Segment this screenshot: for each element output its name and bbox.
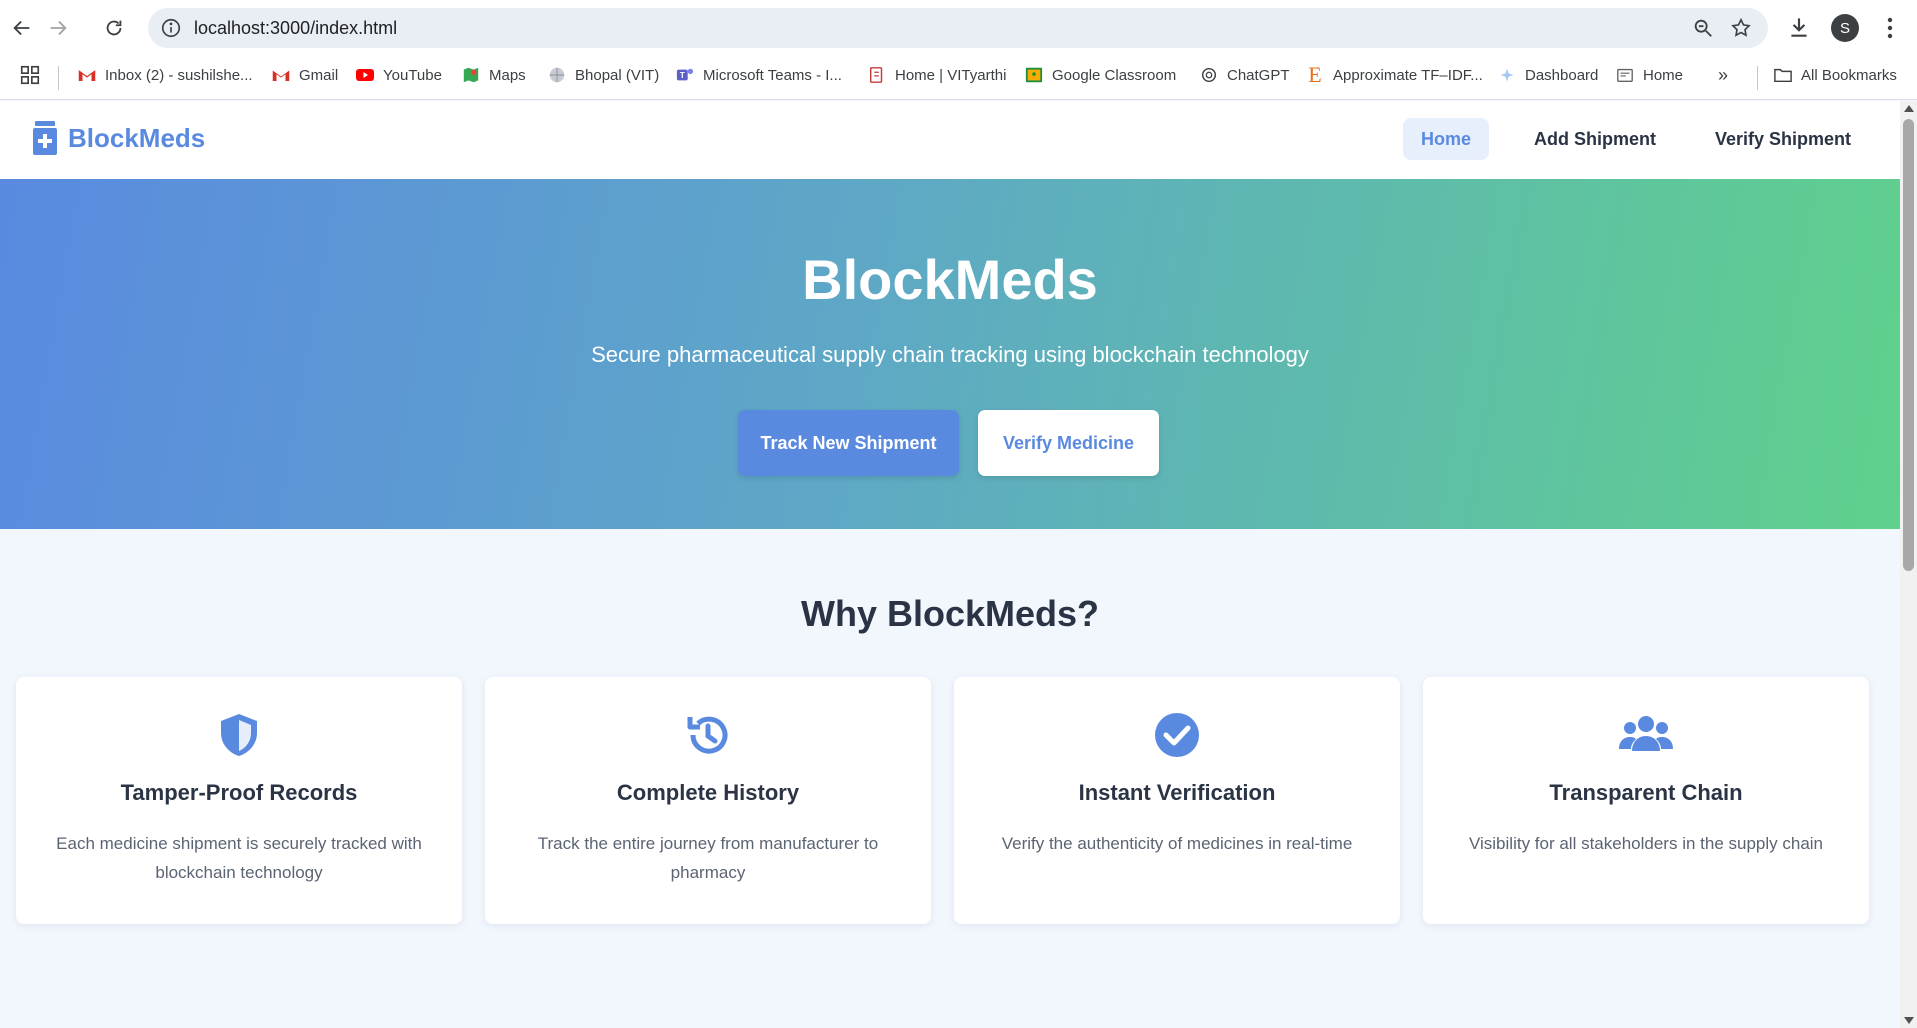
- features-title: Why BlockMeds?: [800, 593, 1100, 634]
- url-text[interactable]: localhost:3000/index.html: [194, 18, 397, 39]
- bookmark-label: Approximate TF–IDF...: [1333, 66, 1483, 84]
- reload-button[interactable]: [96, 10, 132, 46]
- bookmark-home[interactable]: Home: [1616, 61, 1683, 89]
- hero-section: BlockMeds Secure pharmaceutical supply c…: [0, 179, 1900, 529]
- scrollbar-thumb[interactable]: [1903, 119, 1914, 571]
- teams-icon: T: [676, 66, 694, 84]
- feature-description: Visibility for all stakeholders in the s…: [1468, 834, 1824, 853]
- scroll-up-arrow-icon[interactable]: [1904, 105, 1914, 112]
- pill-bottle-icon: [33, 121, 57, 155]
- history-icon: [485, 711, 931, 759]
- all-bookmarks-label: All Bookmarks: [1801, 66, 1897, 84]
- bookmark-star-icon[interactable]: [1730, 17, 1752, 39]
- bookmark-label: YouTube: [383, 66, 442, 84]
- feature-description: Track the entire journey from manufactur…: [537, 834, 879, 882]
- feature-card: Transparent Chain Visibility for all sta…: [1423, 677, 1869, 924]
- bookmark-label: Gmail: [299, 66, 339, 84]
- bookmark-gmail[interactable]: Gmail: [272, 61, 338, 89]
- youtube-icon: [356, 66, 374, 84]
- gmail-icon: [272, 66, 290, 84]
- bookmark-tfidf[interactable]: E Approximate TF–IDF...: [1306, 61, 1483, 89]
- feature-title: Instant Verification: [1078, 780, 1276, 805]
- chatgpt-icon: [1200, 66, 1218, 84]
- bookmark-label: Home: [1643, 66, 1684, 84]
- menu-kebab-icon[interactable]: [1878, 14, 1902, 42]
- bookmark-label: Inbox (2) - sushilshe...: [105, 66, 253, 84]
- bookmark-label: Dashboard: [1525, 66, 1599, 84]
- feature-description: Verify the authenticity of medicines in …: [1001, 834, 1353, 853]
- track-new-shipment-button[interactable]: Track New Shipment: [738, 410, 959, 476]
- bookmark-classroom[interactable]: Google Classroom: [1025, 61, 1176, 89]
- hero-title: BlockMeds: [802, 248, 1098, 311]
- brand-name: BlockMeds: [68, 122, 206, 153]
- nav-add-shipment[interactable]: Add Shipment: [1516, 118, 1674, 160]
- download-icon[interactable]: [1786, 14, 1812, 40]
- folder-icon: [1774, 66, 1792, 84]
- scroll-down-arrow-icon[interactable]: [1904, 1017, 1914, 1024]
- verify-medicine-button[interactable]: Verify Medicine: [978, 410, 1159, 476]
- bookmark-youtube[interactable]: YouTube: [356, 61, 442, 89]
- profile-avatar[interactable]: S: [1831, 14, 1859, 42]
- bookmark-vityarthi[interactable]: Home | VITyarthi: [868, 61, 1006, 89]
- bookmark-chatgpt[interactable]: ChatGPT: [1200, 61, 1290, 89]
- dashboard-icon: [1498, 66, 1516, 84]
- browser-toolbar: localhost:3000/index.html S: [0, 0, 1917, 56]
- feature-title: Tamper-Proof Records: [120, 780, 358, 805]
- maps-icon: [462, 66, 480, 84]
- users-icon: [1423, 711, 1869, 759]
- info-icon[interactable]: [160, 17, 182, 39]
- svg-text:T: T: [680, 71, 685, 80]
- nav-verify-shipment[interactable]: Verify Shipment: [1697, 118, 1869, 160]
- page-scrollbar[interactable]: [1900, 101, 1917, 1028]
- nav-home[interactable]: Home: [1403, 118, 1490, 160]
- bookmark-label: Maps: [489, 66, 526, 84]
- zoom-icon[interactable]: [1692, 17, 1714, 39]
- reload-icon: [106, 20, 122, 36]
- site-navbar: BlockMeds Home Add Shipment Verify Shipm…: [0, 101, 1900, 179]
- all-bookmarks-button[interactable]: All Bookmarks: [1774, 61, 1897, 89]
- apps-grid-icon[interactable]: [19, 64, 41, 86]
- bookmark-teams[interactable]: T Microsoft Teams - I...: [676, 61, 842, 89]
- arrow-left-icon: [13, 20, 30, 36]
- feature-title: Complete History: [616, 780, 800, 805]
- shield-icon: [16, 711, 462, 759]
- bookmark-inbox[interactable]: Inbox (2) - sushilshe...: [78, 61, 253, 89]
- hero-subtitle: Secure pharmaceutical supply chain track…: [591, 342, 1309, 367]
- more-bookmarks-button[interactable]: »: [1718, 61, 1728, 89]
- bookmark-label: Microsoft Teams - I...: [703, 66, 842, 84]
- feature-description: Each medicine shipment is securely track…: [56, 834, 422, 882]
- feature-card: Complete History Track the entire journe…: [485, 677, 931, 924]
- bookmark-label: Home | VITyarthi: [895, 66, 1007, 84]
- bookmarks-separator: [1757, 66, 1758, 90]
- check-circle-icon: [954, 711, 1400, 759]
- forward-button[interactable]: [40, 10, 76, 46]
- back-button[interactable]: [4, 10, 40, 46]
- brand-logo[interactable]: BlockMeds: [32, 121, 205, 155]
- feature-title: Transparent Chain: [1549, 780, 1743, 805]
- arrow-right-icon: [50, 20, 67, 36]
- bookmark-maps[interactable]: Maps: [462, 61, 526, 89]
- bookmark-label: Bhopal (VIT): [575, 66, 660, 84]
- vityarthi-icon: [868, 66, 886, 84]
- page-viewport: BlockMeds Home Add Shipment Verify Shipm…: [0, 101, 1900, 1028]
- feature-card: Tamper-Proof Records Each medicine shipm…: [16, 677, 462, 924]
- globe-icon: [548, 66, 566, 84]
- feature-card: Instant Verification Verify the authenti…: [954, 677, 1400, 924]
- e-icon: E: [1308, 62, 1322, 87]
- bookmark-dashboard[interactable]: Dashboard: [1498, 61, 1598, 89]
- gmail-icon: [78, 66, 96, 84]
- bookmarks-separator: [58, 66, 59, 90]
- home-page-icon: [1616, 66, 1634, 84]
- bookmark-label: ChatGPT: [1227, 66, 1290, 84]
- classroom-icon: [1025, 66, 1043, 84]
- address-bar[interactable]: localhost:3000/index.html: [148, 8, 1768, 48]
- bookmark-bhopal[interactable]: Bhopal (VIT): [548, 61, 659, 89]
- bookmark-label: Google Classroom: [1052, 66, 1177, 84]
